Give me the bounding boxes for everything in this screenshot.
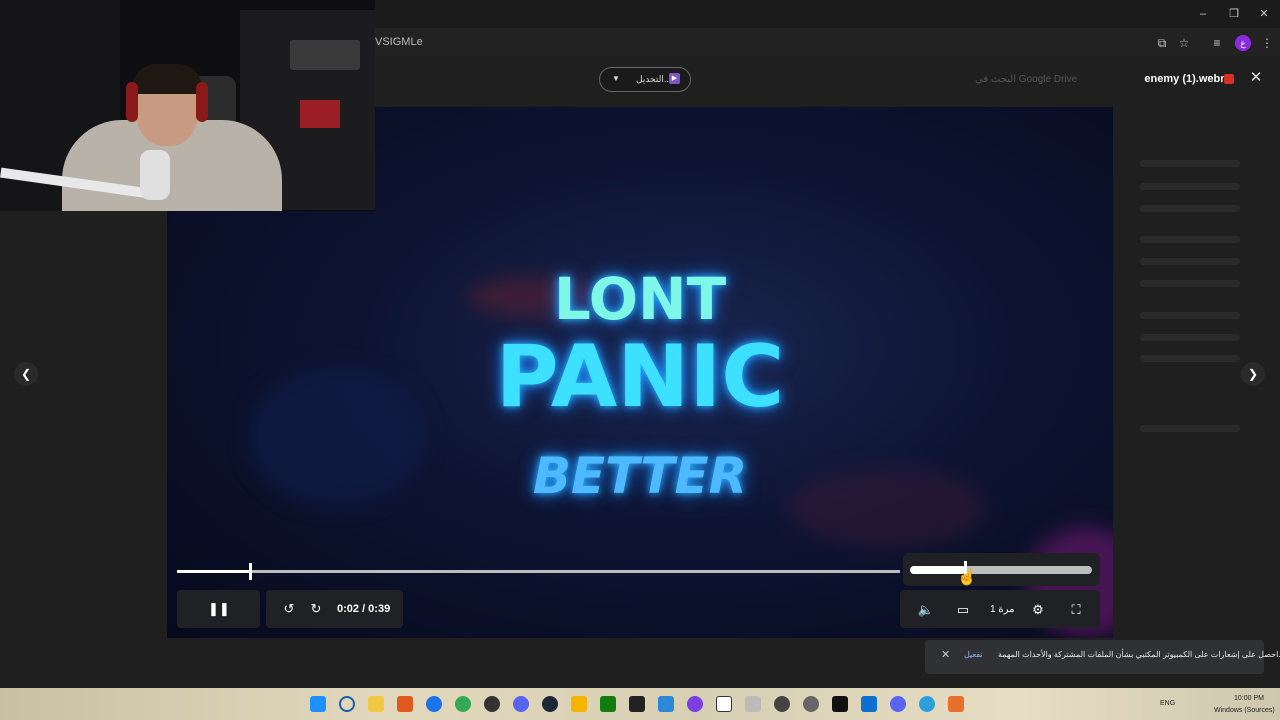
app-icon[interactable] xyxy=(890,696,906,712)
drive-nav-item xyxy=(1140,183,1240,190)
language-indicator[interactable]: ENG xyxy=(1160,700,1175,707)
app-icon[interactable] xyxy=(774,696,790,712)
webcam-overlay xyxy=(0,0,375,211)
media-controls-icon[interactable]: ≡ xyxy=(1209,35,1225,51)
discord-icon[interactable] xyxy=(513,696,529,712)
app-icon[interactable] xyxy=(948,696,964,712)
file-name: enemy (1).webm xyxy=(1144,73,1230,85)
address-text[interactable]: VSIGMLe xyxy=(375,36,423,48)
windows-start-icon[interactable] xyxy=(310,696,326,712)
capcut-icon[interactable] xyxy=(629,696,645,712)
seek-bar[interactable] xyxy=(177,570,900,573)
browser-menu-icon[interactable]: ⋮ xyxy=(1259,35,1275,51)
xbox-icon[interactable] xyxy=(600,696,616,712)
video-title-line-1: LONT xyxy=(553,265,727,333)
app-icon[interactable] xyxy=(484,696,500,712)
app-icon[interactable] xyxy=(658,696,674,712)
drive-nav-item xyxy=(1140,334,1240,341)
drive-nav-item xyxy=(1140,258,1240,265)
settings-icon[interactable]: ⚙ xyxy=(1028,600,1048,620)
mouse-cursor-icon: ☝ xyxy=(957,569,977,586)
toast-close-icon[interactable]: ✕ xyxy=(941,648,950,661)
rewind-10-icon[interactable]: ↺ xyxy=(279,599,299,619)
cam-gpu-box xyxy=(290,40,360,70)
cam-microphone xyxy=(140,150,170,200)
app-icon[interactable] xyxy=(745,696,761,712)
drive-nav-item xyxy=(1140,205,1240,212)
fullscreen-icon[interactable]: ⛶ xyxy=(1066,600,1086,620)
previous-file-button[interactable]: ❮ xyxy=(14,362,38,386)
app-icon[interactable] xyxy=(716,696,732,712)
playback-speed-button[interactable]: 1 مرة xyxy=(990,604,1014,615)
install-app-icon[interactable]: ⧉ xyxy=(1154,35,1170,51)
app-icon[interactable] xyxy=(861,696,877,712)
cam-headset-right xyxy=(196,82,208,122)
caret-down-icon[interactable]: ▼ xyxy=(612,74,620,83)
video-file-icon xyxy=(1224,74,1234,84)
app-icon: ▶ xyxy=(669,73,680,84)
close-window-icon[interactable]: ✕ xyxy=(1256,6,1272,22)
app-icon[interactable] xyxy=(687,696,703,712)
app-icon[interactable] xyxy=(571,696,587,712)
terminal-icon[interactable] xyxy=(832,696,848,712)
open-with-label[interactable]: التحديل... xyxy=(636,74,671,85)
seek-bar-handle[interactable] xyxy=(249,563,252,580)
video-title-line-2: PANIC xyxy=(495,327,785,427)
cam-hair xyxy=(132,64,202,94)
minimize-icon[interactable]: – xyxy=(1195,6,1211,22)
cam-headset-left xyxy=(126,82,138,122)
drive-nav-item xyxy=(1140,312,1240,319)
steam-icon[interactable] xyxy=(542,696,558,712)
next-file-button[interactable]: ❯ xyxy=(1241,362,1265,386)
chrome-icon[interactable] xyxy=(455,696,471,712)
time-display: 0:02 / 0:39 xyxy=(337,603,391,615)
file-explorer-icon[interactable] xyxy=(368,696,384,712)
search-input[interactable]: البحث في Google Drive xyxy=(975,74,1077,85)
close-viewer-icon[interactable]: ✕ xyxy=(1248,70,1264,86)
drive-nav-item xyxy=(1140,280,1240,287)
cam-red-box xyxy=(300,100,340,128)
clock-time[interactable]: 10:00 PM xyxy=(1234,695,1264,702)
seek-bar-progress xyxy=(177,570,251,573)
edge-icon[interactable] xyxy=(426,696,442,712)
search-icon[interactable] xyxy=(339,696,355,712)
telegram-icon[interactable] xyxy=(919,696,935,712)
app-icon[interactable] xyxy=(397,696,413,712)
volume-icon[interactable]: 🔈 xyxy=(916,600,936,620)
video-title-line-3: BETTER xyxy=(532,447,748,505)
drive-nav-item xyxy=(1140,425,1240,432)
forward-10-icon[interactable]: ↻ xyxy=(306,599,326,619)
drive-nav-item xyxy=(1140,236,1240,243)
bookmark-star-icon[interactable]: ☆ xyxy=(1176,35,1192,51)
toast-message: احصل على إشعارات على الكمبيوتر المكتبي ب… xyxy=(998,650,1280,659)
app-icon[interactable] xyxy=(803,696,819,712)
profile-avatar[interactable]: ع xyxy=(1235,35,1251,51)
clock-date[interactable]: Windows (Sources) xyxy=(1214,707,1275,714)
pause-icon[interactable]: ❚❚ xyxy=(208,599,230,619)
captions-icon[interactable]: ▭ xyxy=(953,600,973,620)
restore-icon[interactable]: ❐ xyxy=(1226,6,1242,22)
drive-nav-item xyxy=(1140,355,1240,362)
drive-nav-item xyxy=(1140,160,1240,167)
toast-enable-button[interactable]: تفعيل xyxy=(964,650,983,659)
